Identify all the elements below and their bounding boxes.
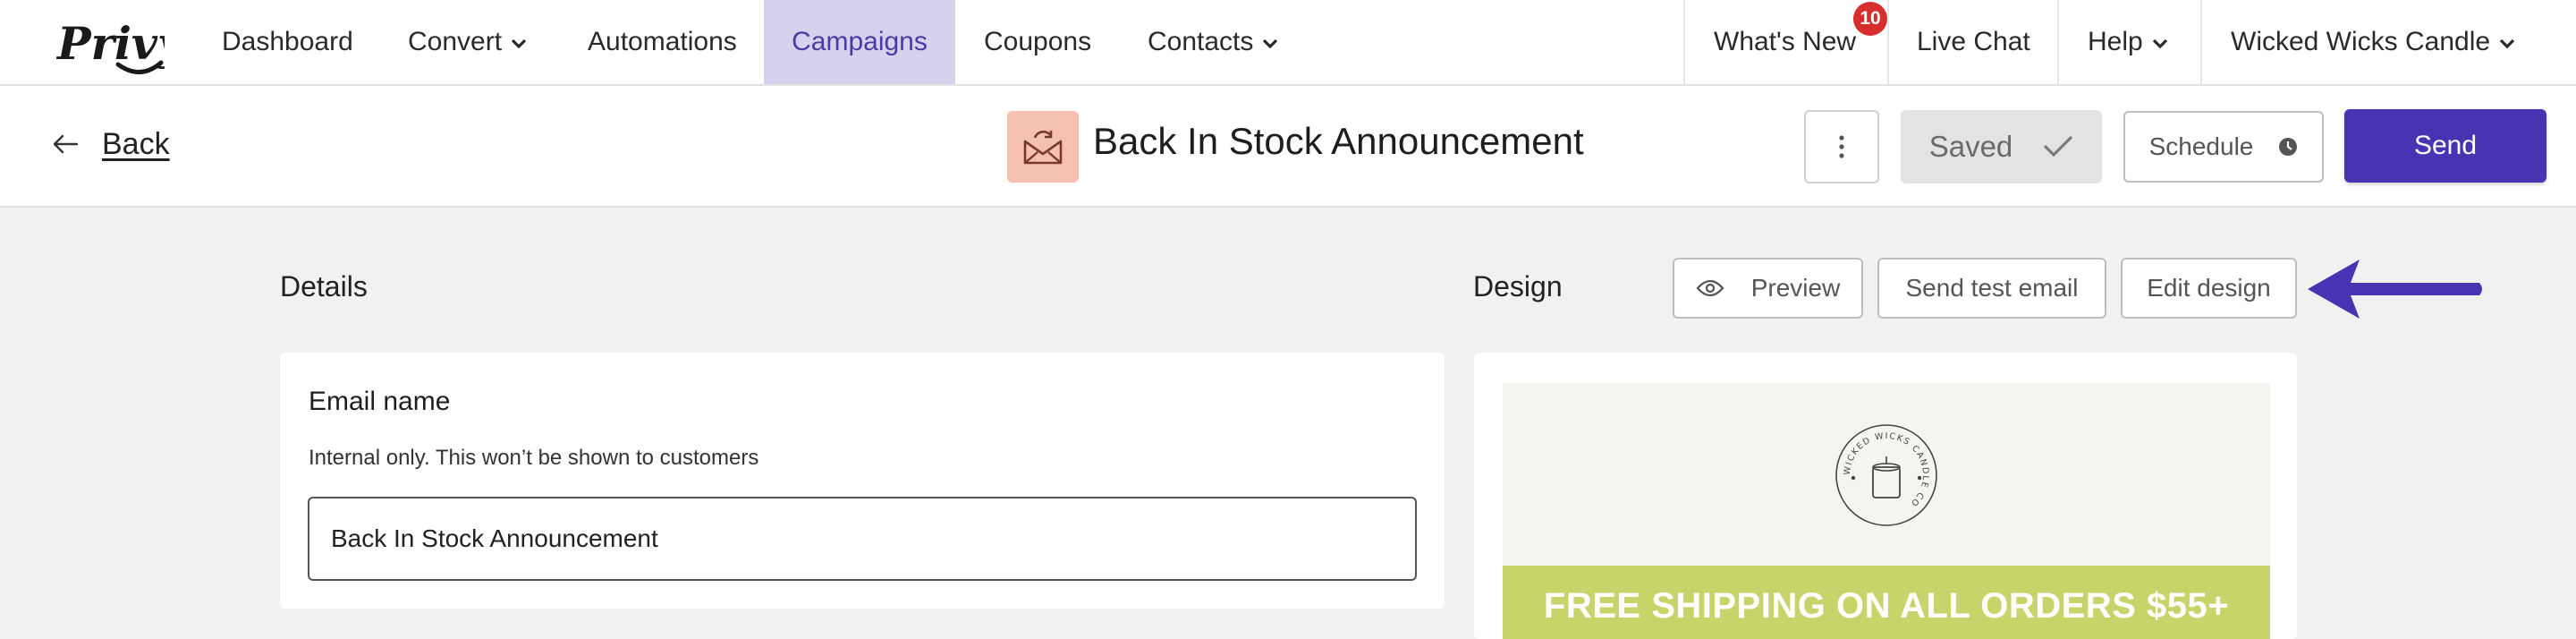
nav-divider xyxy=(2057,0,2059,84)
nav-divider xyxy=(1683,0,1685,84)
checkmark-icon xyxy=(2044,136,2072,157)
account-name: Wicked Wicks Candle xyxy=(2231,27,2491,56)
email-refresh-icon xyxy=(1023,130,1063,165)
nav-contacts[interactable]: Contacts xyxy=(1148,0,1278,84)
chevron-down-icon xyxy=(1263,38,1278,49)
send-label: Send xyxy=(2413,131,2478,160)
saved-button[interactable]: Saved xyxy=(1901,110,2102,183)
more-options-button[interactable] xyxy=(1804,110,1879,183)
privy-logo[interactable]: Privy xyxy=(55,13,165,77)
nav-coupons-label: Coupons xyxy=(984,27,1092,56)
back-label: Back xyxy=(102,126,170,161)
nav-dashboard-label: Dashboard xyxy=(222,27,353,56)
chevron-down-icon xyxy=(2499,38,2515,49)
nav-whats-new-label: What's New xyxy=(1714,27,1857,56)
campaign-title: Back In Stock Announcement xyxy=(1093,120,1584,162)
email-name-help-text: Internal only. This won’t be shown to cu… xyxy=(309,446,759,470)
email-name-heading: Email name xyxy=(309,387,451,416)
nav-automations-label: Automations xyxy=(588,27,737,56)
nav-dashboard[interactable]: Dashboard xyxy=(222,0,353,84)
back-link[interactable]: Back xyxy=(52,122,170,166)
notification-badge: 10 xyxy=(1853,2,1887,36)
schedule-label: Schedule xyxy=(2148,132,2254,160)
chevron-down-icon xyxy=(511,38,527,49)
vertical-dots-icon xyxy=(1839,135,1844,158)
nav-contacts-label: Contacts xyxy=(1148,27,1254,56)
email-design-card: WICKED WICKS CANDLE CO FREE SHIPPING ON … xyxy=(1474,353,2297,639)
email-preview[interactable]: WICKED WICKS CANDLE CO FREE SHIPPING ON … xyxy=(1503,383,2270,639)
campaign-type-icon xyxy=(1007,111,1079,183)
preview-button[interactable]: Preview xyxy=(1673,258,1863,319)
send-test-email-label: Send test email xyxy=(1905,274,2079,302)
nav-campaigns-label: Campaigns xyxy=(792,27,928,56)
arrow-left-icon xyxy=(53,134,79,154)
nav-coupons[interactable]: Coupons xyxy=(984,0,1091,84)
email-name-card: Email name Internal only. This won’t be … xyxy=(280,353,1445,609)
edit-design-button[interactable]: Edit design xyxy=(2121,258,2297,319)
nav-divider xyxy=(1887,0,1889,84)
nav-whats-new[interactable]: What's New xyxy=(1714,0,1856,84)
send-test-email-button[interactable]: Send test email xyxy=(1877,258,2106,319)
saved-label: Saved xyxy=(1928,130,2013,163)
preview-label: Preview xyxy=(1750,274,1841,302)
pointer-arrow-icon xyxy=(2308,260,2482,319)
nav-convert-label: Convert xyxy=(408,27,503,56)
clock-icon xyxy=(2279,138,2298,156)
details-section-title: Details xyxy=(280,270,368,302)
shipping-banner: FREE SHIPPING ON ALL ORDERS $55+ xyxy=(1503,566,2270,639)
nav-live-chat[interactable]: Live Chat xyxy=(1917,0,2030,84)
nav-automations[interactable]: Automations xyxy=(588,0,737,84)
edit-design-label: Edit design xyxy=(2147,274,2271,302)
send-button[interactable]: Send xyxy=(2344,109,2546,183)
design-section-title: Design xyxy=(1473,270,1563,302)
nav-live-chat-label: Live Chat xyxy=(1917,27,2030,56)
nav-divider xyxy=(2200,0,2202,84)
eye-icon xyxy=(1696,279,1724,297)
schedule-button[interactable]: Schedule xyxy=(2123,111,2324,183)
candle-logo-icon: WICKED WICKS CANDLE CO xyxy=(1835,424,1937,526)
nav-help[interactable]: Help xyxy=(2088,0,2168,84)
nav-help-label: Help xyxy=(2088,27,2143,56)
account-menu[interactable]: Wicked Wicks Candle xyxy=(2231,0,2515,84)
campaign-header: Back Back In Stock Announcement Saved Sc… xyxy=(0,86,2576,208)
top-navigation: Privy Dashboard Convert Automations Camp… xyxy=(0,0,2576,86)
svg-text:Privy: Privy xyxy=(55,17,165,70)
nav-campaigns[interactable]: Campaigns xyxy=(764,0,955,84)
chevron-down-icon xyxy=(2152,38,2167,49)
nav-convert[interactable]: Convert xyxy=(408,0,527,84)
email-name-input[interactable] xyxy=(308,497,1417,581)
